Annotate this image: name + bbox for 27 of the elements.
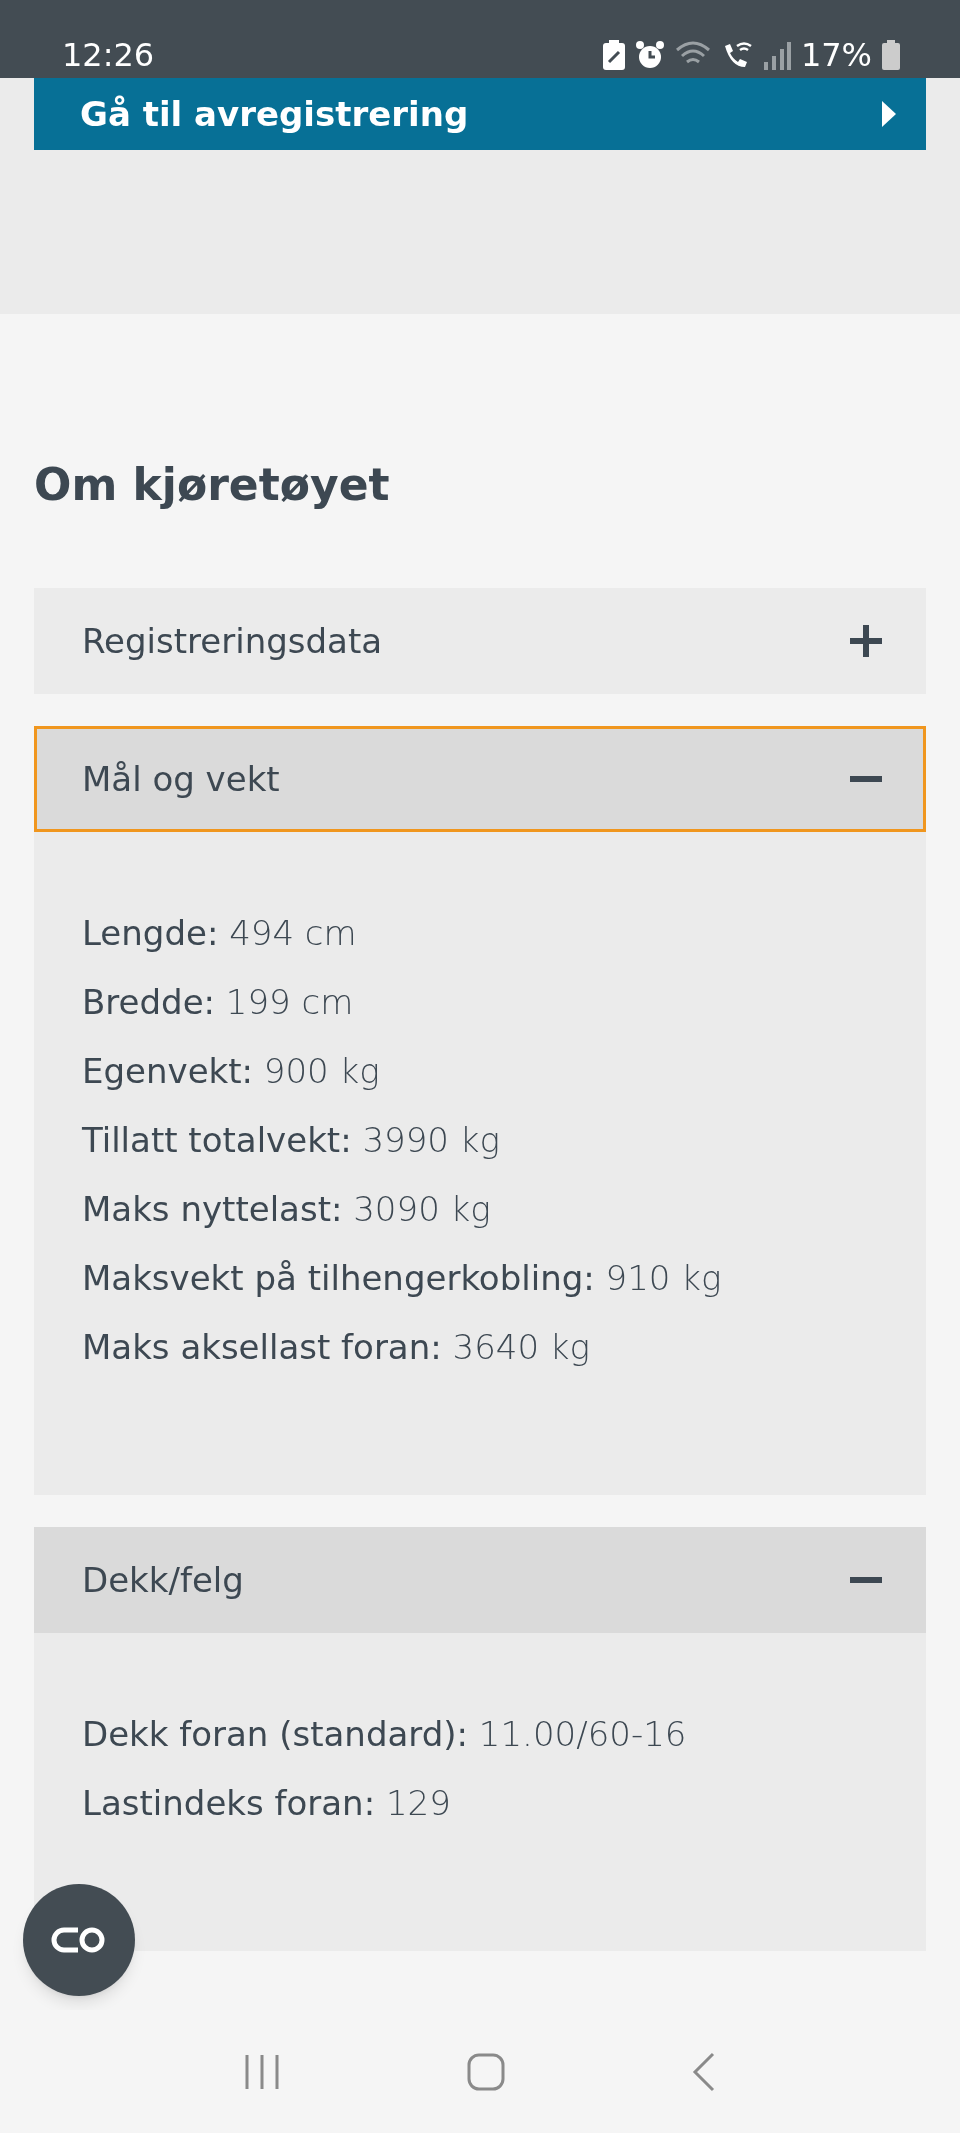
signal-icon [762,40,791,70]
deregister-button[interactable]: Gå til avregistrering [34,78,926,150]
detail-line: Bredde: 199 cm [82,981,355,1024]
accordion-header[interactable]: Mål og vekt [34,726,926,832]
back-icon[interactable] [692,2051,717,2092]
recent-apps-icon[interactable] [243,2052,280,2091]
home-icon[interactable] [467,2052,505,2091]
battery-percent: 17% [800,36,872,74]
minus-icon [850,776,882,782]
accordion-header[interactable]: Dekk/felg [34,1527,926,1633]
section-heading: Om kjøretøyet [34,458,391,512]
detail-line: Lastindeks foran: 129 [82,1782,452,1825]
minus-icon [850,1577,882,1583]
alarm-icon [634,40,665,70]
detail-line: Egenvekt: 900 kg [82,1050,381,1093]
plus-icon [850,625,882,657]
accordion-header[interactable]: Registreringsdata [34,588,926,694]
detail-line: Maks aksellast foran: 3640 kg [82,1326,591,1369]
battery-icon [882,40,900,70]
detail-line: Tillatt totalvekt: 3990 kg [82,1119,501,1162]
battery-saver-icon [602,40,625,70]
detail-line: Dekk foran (standard): 11.00/60-16 [82,1713,688,1756]
detail-line: Maksvekt på tilhengerkobling: 910 kg [82,1257,723,1300]
detail-line: Lengde: 494 cm [82,912,358,955]
detail-line: Maks nyttelast: 3090 kg [82,1188,492,1231]
clock-text: 12:26 [62,36,155,74]
chevron-right-icon [880,101,896,127]
